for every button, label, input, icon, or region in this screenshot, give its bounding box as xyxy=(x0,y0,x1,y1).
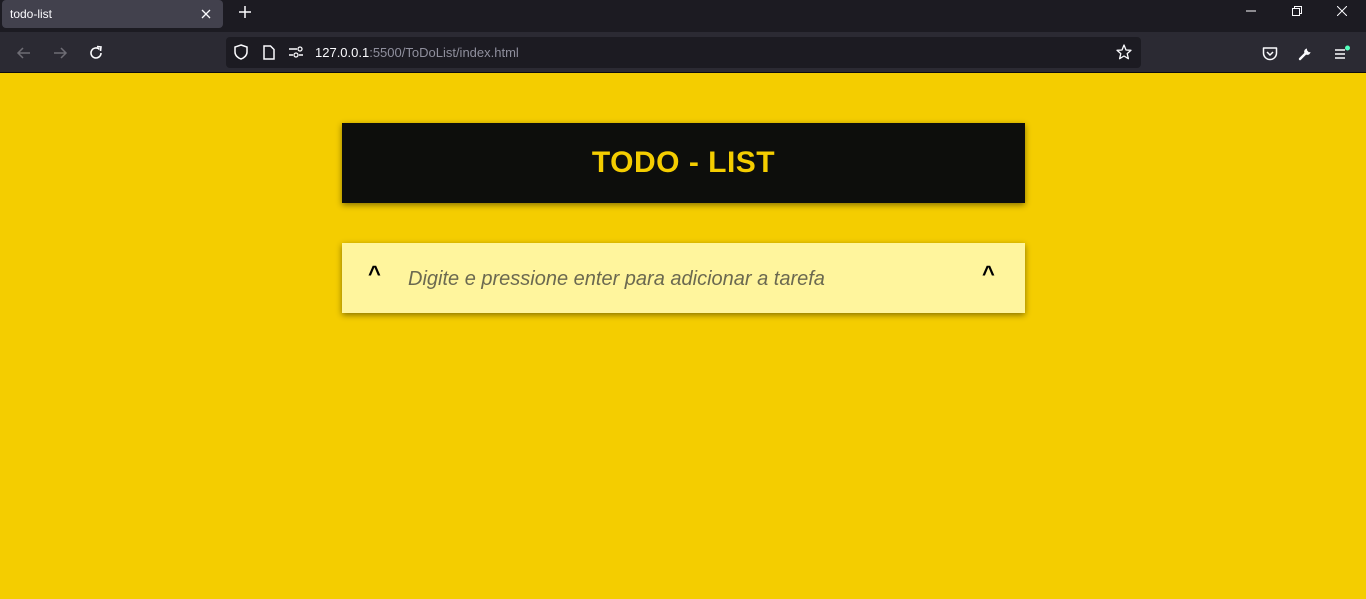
menu-icon[interactable] xyxy=(1331,42,1353,64)
restore-icon[interactable] xyxy=(1275,0,1319,22)
header-banner: TODO - LIST xyxy=(342,123,1025,203)
url-text[interactable]: 127.0.0.1:5500/ToDoList/index.html xyxy=(315,45,519,60)
url-path: :5500/ToDoList/index.html xyxy=(369,45,519,60)
right-caret-button[interactable]: ^ xyxy=(982,261,995,287)
task-input-container: ^ ^ xyxy=(342,243,1025,313)
new-tab-icon[interactable] xyxy=(236,3,254,21)
task-input[interactable] xyxy=(408,261,968,297)
navigation-toolbar: 127.0.0.1:5500/ToDoList/index.html xyxy=(0,32,1366,73)
reload-icon[interactable] xyxy=(85,42,107,64)
close-tab-icon[interactable] xyxy=(199,7,213,21)
shield-icon[interactable] xyxy=(233,44,249,60)
url-host: 127.0.0.1 xyxy=(315,45,370,60)
bookmark-star-icon[interactable] xyxy=(1116,44,1132,60)
tab-title: todo-list xyxy=(10,7,53,21)
close-window-icon[interactable] xyxy=(1320,0,1364,22)
forward-arrow-icon[interactable] xyxy=(49,42,71,64)
address-bar[interactable]: 127.0.0.1:5500/ToDoList/index.html xyxy=(226,37,1141,68)
page-icon xyxy=(261,44,277,60)
minimize-icon[interactable] xyxy=(1229,0,1273,22)
back-arrow-icon[interactable] xyxy=(13,42,35,64)
permissions-icon[interactable] xyxy=(288,44,304,60)
page-title: TODO - LIST xyxy=(591,146,776,179)
tab-strip: todo-list xyxy=(0,0,1366,32)
wrench-icon[interactable] xyxy=(1295,42,1317,64)
pocket-icon[interactable] xyxy=(1259,42,1281,64)
browser-tab[interactable]: todo-list xyxy=(2,0,223,28)
left-caret-button[interactable]: ^ xyxy=(368,261,381,287)
